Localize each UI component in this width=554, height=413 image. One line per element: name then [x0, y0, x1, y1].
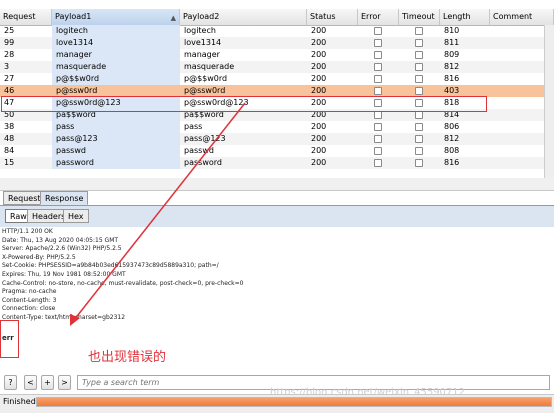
help-button[interactable]: ?	[4, 375, 17, 390]
button-label: >	[61, 378, 68, 387]
next-button[interactable]: >	[58, 375, 71, 390]
button-label: +	[44, 378, 51, 387]
add-button[interactable]: +	[41, 375, 54, 390]
status-text: Finished	[3, 397, 36, 406]
progress-fill	[37, 398, 551, 406]
progress-bar	[36, 397, 552, 407]
annotation-arrow	[70, 102, 246, 326]
annotation-text: 也出现错误的	[88, 350, 167, 365]
button-label: <	[27, 378, 34, 387]
button-label: ?	[8, 378, 13, 387]
prev-button[interactable]: <	[24, 375, 37, 390]
